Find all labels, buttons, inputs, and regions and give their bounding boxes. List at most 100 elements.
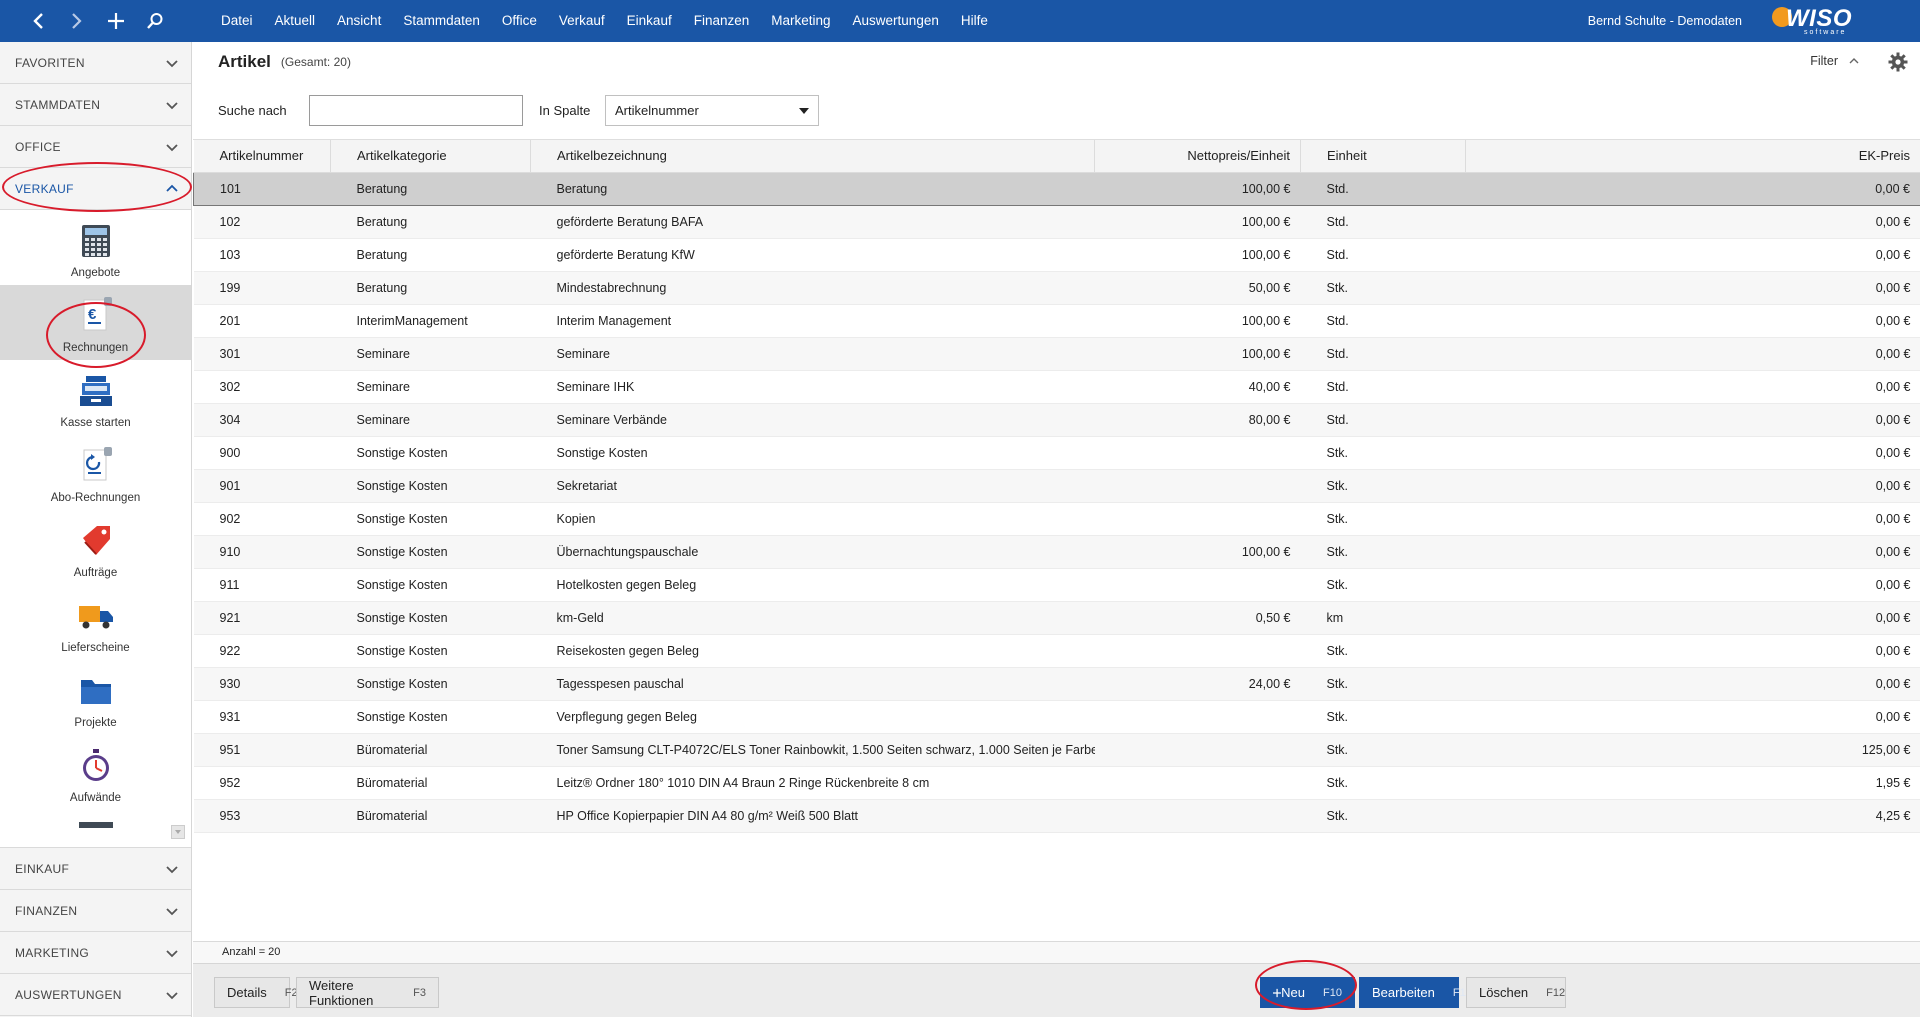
sidebar-section-marketing[interactable]: MARKETING: [0, 932, 191, 974]
menu-item-finanzen[interactable]: Finanzen: [683, 0, 761, 42]
cell-artikelkategorie: Sonstige Kosten: [330, 469, 531, 503]
sidebar-section-finanzen[interactable]: FINANZEN: [0, 890, 191, 932]
cell-artikelnummer: 301: [193, 337, 331, 371]
column-select[interactable]: Artikelnummer: [605, 95, 819, 126]
table-row[interactable]: 910 Sonstige Kosten Übernachtungspauschale…: [193, 535, 1920, 569]
cell-ek-preis: 0,00 €: [1465, 337, 1920, 371]
menu-item-hilfe[interactable]: Hilfe: [950, 0, 999, 42]
table-row[interactable]: 901 Sonstige Kosten Sekretariat Stk. 0,00 €: [193, 469, 1920, 503]
table-row[interactable]: 103 Beratung geförderte Beratung KfW 100,00…: [193, 238, 1920, 272]
sidebar-item-lieferscheine[interactable]: Lieferscheine: [0, 585, 191, 660]
sidebar-item-kasse-starten[interactable]: Kasse starten: [0, 360, 191, 435]
details-button[interactable]: Details F2: [214, 977, 298, 1008]
cell-einheit: Std.: [1300, 238, 1466, 272]
cell-nettopreis-einheit: [1094, 568, 1301, 602]
new-button[interactable]: Neu F10: [1260, 977, 1355, 1008]
cell-artikelkategorie: Seminare: [330, 370, 531, 404]
menu-item-stammdaten[interactable]: Stammdaten: [392, 0, 491, 42]
table-row[interactable]: 930 Sonstige Kosten Tagesspesen pauschal 24…: [193, 667, 1920, 701]
delivery-truck-icon: [76, 596, 116, 636]
menu-item-aktuell[interactable]: Aktuell: [264, 0, 327, 42]
column-header-artikelkategorie[interactable]: Artikelkategorie: [330, 140, 531, 173]
cell-einheit: Stk.: [1300, 502, 1466, 536]
cell-einheit: km: [1300, 601, 1466, 635]
cell-artikelbezeichnung: Sonstige Kosten: [530, 436, 1095, 470]
chevron-up-icon: [166, 184, 178, 192]
column-header-artikelnummer[interactable]: Artikelnummer: [193, 140, 331, 173]
cell-ek-preis: 0,00 €: [1465, 271, 1920, 305]
total-count: (Gesamt: 20): [280, 55, 351, 69]
cell-nettopreis-einheit: 40,00 €: [1094, 370, 1301, 404]
plus-icon[interactable]: [101, 6, 131, 36]
cell-artikelbezeichnung: Beratung: [530, 171, 1095, 206]
menu-item-einkauf[interactable]: Einkauf: [616, 0, 683, 42]
column-header-ek-preis[interactable]: EK-Preis: [1465, 140, 1920, 173]
cell-ek-preis: 0,00 €: [1465, 469, 1920, 503]
table-row[interactable]: 952 Büromaterial Leitz® Ordner 180° 1010 D…: [193, 766, 1920, 800]
menu-item-marketing[interactable]: Marketing: [760, 0, 841, 42]
table-row[interactable]: 953 Büromaterial HP Office Kopierpapier DI…: [193, 799, 1920, 833]
cell-artikelkategorie: Sonstige Kosten: [330, 667, 531, 701]
sidebar-section-office[interactable]: OFFICE: [0, 126, 191, 168]
menu-item-verkauf[interactable]: Verkauf: [548, 0, 616, 42]
cell-einheit: Std.: [1300, 205, 1466, 239]
delete-button[interactable]: Löschen F12: [1466, 977, 1566, 1008]
filter-toggle[interactable]: Filter: [1810, 54, 1860, 68]
menu-item-datei[interactable]: Datei: [210, 0, 264, 42]
edit-button[interactable]: Bearbeiten F11: [1359, 977, 1471, 1008]
back-arrow-icon[interactable]: [23, 6, 53, 36]
column-header-nettopreis-einheit[interactable]: Nettopreis/Einheit: [1094, 140, 1301, 173]
scroll-down-button[interactable]: [171, 825, 185, 839]
chevron-down-icon: [166, 143, 178, 151]
sidebar-section-einkauf[interactable]: EINKAUF: [0, 848, 191, 890]
dropdown-caret-icon: [799, 107, 809, 114]
cell-artikelnummer: 102: [193, 205, 331, 239]
cell-nettopreis-einheit: [1094, 733, 1301, 767]
table-row[interactable]: 922 Sonstige Kosten Reisekosten gegen Bele…: [193, 634, 1920, 668]
sidebar-section-stammdaten[interactable]: STAMMDATEN: [0, 84, 191, 126]
table-row[interactable]: 951 Büromaterial Toner Samsung CLT-P4072C/…: [193, 733, 1920, 767]
gear-icon[interactable]: [1888, 52, 1908, 72]
table-row[interactable]: 304 Seminare Seminare Verbände 80,00 € Std. 0…: [193, 403, 1920, 437]
more-functions-button[interactable]: Weitere Funktionen F3: [296, 977, 439, 1008]
sidebar-section-auswertungen[interactable]: AUSWERTUNGEN: [0, 974, 191, 1016]
table-row[interactable]: 302 Seminare Seminare IHK 40,00 € Std. 0,00 €: [193, 370, 1920, 404]
table-row[interactable]: 301 Seminare Seminare 100,00 € Std. 0,00 €: [193, 337, 1920, 371]
cell-artikelnummer: 953: [193, 799, 331, 833]
cell-artikelkategorie: Beratung: [330, 171, 531, 206]
sidebar-section-favoriten[interactable]: FAVORITEN: [0, 42, 191, 84]
table-row[interactable]: 201 InterimManagement Interim Management 10…: [193, 304, 1920, 338]
table-row[interactable]: 911 Sonstige Kosten Hotelkosten gegen Bele…: [193, 568, 1920, 602]
search-input[interactable]: [309, 95, 523, 126]
table-row[interactable]: 921 Sonstige Kosten km-Geld 0,50 € km 0,00 €: [193, 601, 1920, 635]
forward-arrow-icon[interactable]: [62, 6, 92, 36]
table-row[interactable]: 101 Beratung Beratung 100,00 € Std. 0,00 €: [193, 171, 1920, 206]
sidebar-item-rechnungen[interactable]: € Rechnungen: [0, 285, 191, 360]
top-bar: Datei Aktuell Ansicht Stammdaten Office Verka…: [0, 0, 1920, 42]
row-count: Anzahl = 20: [193, 941, 1920, 963]
table-row[interactable]: 902 Sonstige Kosten Kopien Stk. 0,00 €: [193, 502, 1920, 536]
cell-artikelkategorie: Beratung: [330, 271, 531, 305]
table-row[interactable]: 102 Beratung geförderte Beratung BAFA 100,0…: [193, 205, 1920, 239]
search-icon[interactable]: [140, 6, 170, 36]
sidebar-section-verkauf[interactable]: VERKAUF: [0, 168, 191, 210]
cell-ek-preis: 4,25 €: [1465, 799, 1920, 833]
sidebar-item-projekte[interactable]: Projekte: [0, 660, 191, 735]
sidebar-item-auftrage[interactable]: Aufträge: [0, 510, 191, 585]
sidebar-item-aufwande[interactable]: Aufwände: [0, 735, 191, 810]
table-row[interactable]: 199 Beratung Mindestabrechnung 50,00 € Stk. 0…: [193, 271, 1920, 305]
cell-artikelbezeichnung: Tagesspesen pauschal: [530, 667, 1095, 701]
cell-artikelkategorie: InterimManagement: [330, 304, 531, 338]
menu-item-auswertungen[interactable]: Auswertungen: [842, 0, 950, 42]
sidebar-item-angebote[interactable]: Angebote: [0, 210, 191, 285]
menu-item-ansicht[interactable]: Ansicht: [326, 0, 392, 42]
column-header-einheit[interactable]: Einheit: [1300, 140, 1466, 173]
column-header-artikelbezeichnung[interactable]: Artikelbezeichnung: [530, 140, 1095, 173]
invoice-euro-icon: €: [76, 296, 116, 336]
sidebar-item-abo-rechnungen[interactable]: Abo-Rechnungen: [0, 435, 191, 510]
menu-item-office[interactable]: Office: [491, 0, 548, 42]
cell-artikelnummer: 902: [193, 502, 331, 536]
order-tag-icon: [76, 521, 116, 561]
table-row[interactable]: 931 Sonstige Kosten Verpflegung gegen Bele…: [193, 700, 1920, 734]
table-row[interactable]: 900 Sonstige Kosten Sonstige Kosten Stk. 0,0…: [193, 436, 1920, 470]
